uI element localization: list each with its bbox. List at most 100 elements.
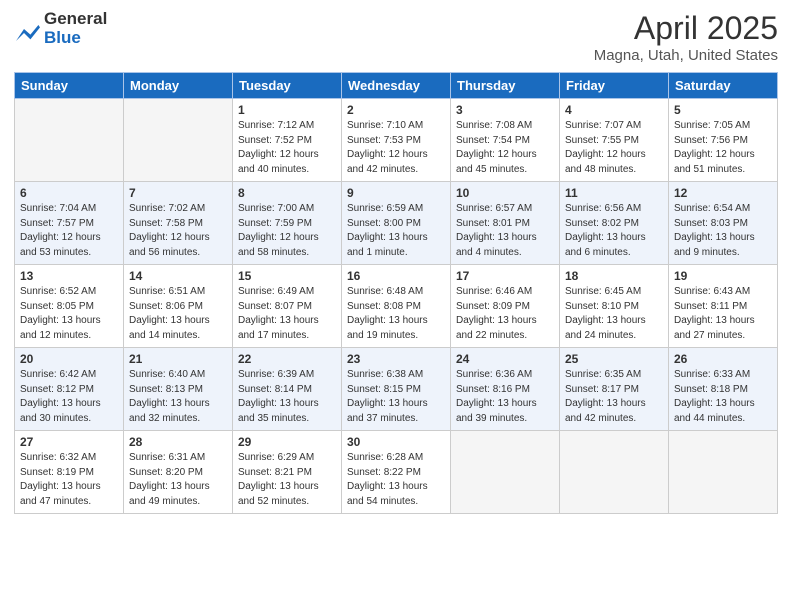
day-info: Sunrise: 7:07 AMSunset: 7:55 PMDaylight:… [565,119,663,177]
calendar-cell: 20 Sunrise: 6:42 AMSunset: 8:12 PMDayligh… [15,348,124,431]
calendar-week-row: 20 Sunrise: 6:42 AMSunset: 8:12 PMDayligh… [15,348,778,431]
calendar-cell [560,431,669,514]
location-title: Magna, Utah, United States [594,47,778,64]
calendar-cell: 18 Sunrise: 6:45 AMSunset: 8:10 PMDayligh… [560,265,669,348]
day-info: Sunrise: 6:59 AMSunset: 8:00 PMDaylight:… [347,202,445,260]
day-number: 24 [456,352,554,366]
day-number: 10 [456,186,554,200]
main-container: General Blue April 2025 Magna, Utah, Uni… [0,0,792,612]
calendar-cell: 15 Sunrise: 6:49 AMSunset: 8:07 PMDayligh… [233,265,342,348]
month-title: April 2025 [594,10,778,47]
calendar-cell: 12Sunrise: 6:54 AMSunset: 8:03 PMDayligh… [669,182,778,265]
day-info: Sunrise: 7:02 AMSunset: 7:58 PMDaylight:… [129,202,227,260]
day-info: Sunrise: 6:32 AMSunset: 8:19 PMDaylight:… [20,451,118,509]
day-number: 4 [565,103,663,117]
calendar-cell: 27 Sunrise: 6:32 AMSunset: 8:19 PMDayligh… [15,431,124,514]
col-header-monday: Monday [124,73,233,99]
logo: General Blue [14,10,107,47]
calendar-cell: 28 Sunrise: 6:31 AMSunset: 8:20 PMDayligh… [124,431,233,514]
calendar-cell: 24 Sunrise: 6:36 AMSunset: 8:16 PMDayligh… [451,348,560,431]
calendar-cell: 7 Sunrise: 7:02 AMSunset: 7:58 PMDaylight… [124,182,233,265]
logo-icon [16,25,40,45]
calendar-cell: 2 Sunrise: 7:10 AMSunset: 7:53 PMDaylight… [342,99,451,182]
col-header-thursday: Thursday [451,73,560,99]
calendar-cell: 13Sunrise: 6:52 AMSunset: 8:05 PMDayligh… [15,265,124,348]
day-info: Sunrise: 6:29 AMSunset: 8:21 PMDaylight:… [238,451,336,509]
col-header-saturday: Saturday [669,73,778,99]
calendar-cell: 19Sunrise: 6:43 AMSunset: 8:11 PMDayligh… [669,265,778,348]
calendar-table: SundayMondayTuesdayWednesdayThursdayFrid… [14,72,778,514]
calendar-cell [669,431,778,514]
day-info: Sunrise: 6:39 AMSunset: 8:14 PMDaylight:… [238,368,336,426]
day-number: 5 [674,103,772,117]
day-number: 17 [456,269,554,283]
calendar-header-row: SundayMondayTuesdayWednesdayThursdayFrid… [15,73,778,99]
calendar-cell: 8Sunrise: 7:00 AMSunset: 7:59 PMDaylight… [233,182,342,265]
calendar-week-row: 27 Sunrise: 6:32 AMSunset: 8:19 PMDayligh… [15,431,778,514]
day-number: 19 [674,269,772,283]
calendar-cell: 3Sunrise: 7:08 AMSunset: 7:54 PMDaylight… [451,99,560,182]
day-info: Sunrise: 6:40 AMSunset: 8:13 PMDaylight:… [129,368,227,426]
day-info: Sunrise: 6:45 AMSunset: 8:10 PMDaylight:… [565,285,663,343]
col-header-tuesday: Tuesday [233,73,342,99]
calendar-cell: 25Sunrise: 6:35 AMSunset: 8:17 PMDayligh… [560,348,669,431]
day-info: Sunrise: 7:12 AMSunset: 7:52 PMDaylight:… [238,119,336,177]
calendar-cell: 4 Sunrise: 7:07 AMSunset: 7:55 PMDaylight… [560,99,669,182]
calendar-cell [124,99,233,182]
day-info: Sunrise: 7:10 AMSunset: 7:53 PMDaylight:… [347,119,445,177]
day-info: Sunrise: 6:31 AMSunset: 8:20 PMDaylight:… [129,451,227,509]
day-number: 15 [238,269,336,283]
calendar-week-row: 1 Sunrise: 7:12 AMSunset: 7:52 PMDaylight… [15,99,778,182]
day-info: Sunrise: 6:54 AMSunset: 8:03 PMDaylight:… [674,202,772,260]
calendar-cell: 1 Sunrise: 7:12 AMSunset: 7:52 PMDaylight… [233,99,342,182]
calendar-week-row: 13Sunrise: 6:52 AMSunset: 8:05 PMDayligh… [15,265,778,348]
day-info: Sunrise: 6:42 AMSunset: 8:12 PMDaylight:… [20,368,118,426]
calendar-cell: 11 Sunrise: 6:56 AMSunset: 8:02 PMDayligh… [560,182,669,265]
day-info: Sunrise: 7:04 AMSunset: 7:57 PMDaylight:… [20,202,118,260]
day-info: Sunrise: 6:35 AMSunset: 8:17 PMDaylight:… [565,368,663,426]
calendar-cell: 16Sunrise: 6:48 AMSunset: 8:08 PMDayligh… [342,265,451,348]
calendar-cell: 17 Sunrise: 6:46 AMSunset: 8:09 PMDayligh… [451,265,560,348]
calendar-cell: 5 Sunrise: 7:05 AMSunset: 7:56 PMDaylight… [669,99,778,182]
day-info: Sunrise: 6:33 AMSunset: 8:18 PMDaylight:… [674,368,772,426]
day-info: Sunrise: 6:38 AMSunset: 8:15 PMDaylight:… [347,368,445,426]
calendar-cell: 22Sunrise: 6:39 AMSunset: 8:14 PMDayligh… [233,348,342,431]
calendar-cell: 6 Sunrise: 7:04 AMSunset: 7:57 PMDaylight… [15,182,124,265]
day-number: 1 [238,103,336,117]
day-info: Sunrise: 7:05 AMSunset: 7:56 PMDaylight:… [674,119,772,177]
day-number: 18 [565,269,663,283]
day-info: Sunrise: 6:56 AMSunset: 8:02 PMDaylight:… [565,202,663,260]
calendar-cell: 14Sunrise: 6:51 AMSunset: 8:06 PMDayligh… [124,265,233,348]
day-info: Sunrise: 6:52 AMSunset: 8:05 PMDaylight:… [20,285,118,343]
calendar-cell [15,99,124,182]
day-number: 11 [565,186,663,200]
logo-general: General [44,10,107,29]
day-number: 7 [129,186,227,200]
day-number: 29 [238,435,336,449]
header: General Blue April 2025 Magna, Utah, Uni… [14,10,778,64]
calendar-cell: 10Sunrise: 6:57 AMSunset: 8:01 PMDayligh… [451,182,560,265]
day-number: 2 [347,103,445,117]
day-info: Sunrise: 6:28 AMSunset: 8:22 PMDaylight:… [347,451,445,509]
day-number: 26 [674,352,772,366]
day-number: 20 [20,352,118,366]
calendar-week-row: 6 Sunrise: 7:04 AMSunset: 7:57 PMDaylight… [15,182,778,265]
calendar-cell: 9 Sunrise: 6:59 AMSunset: 8:00 PMDaylight… [342,182,451,265]
calendar-cell: 26 Sunrise: 6:33 AMSunset: 8:18 PMDayligh… [669,348,778,431]
col-header-wednesday: Wednesday [342,73,451,99]
day-number: 9 [347,186,445,200]
day-info: Sunrise: 6:49 AMSunset: 8:07 PMDaylight:… [238,285,336,343]
day-number: 6 [20,186,118,200]
day-number: 21 [129,352,227,366]
day-info: Sunrise: 6:36 AMSunset: 8:16 PMDaylight:… [456,368,554,426]
day-info: Sunrise: 6:46 AMSunset: 8:09 PMDaylight:… [456,285,554,343]
day-info: Sunrise: 6:51 AMSunset: 8:06 PMDaylight:… [129,285,227,343]
day-number: 27 [20,435,118,449]
day-info: Sunrise: 7:08 AMSunset: 7:54 PMDaylight:… [456,119,554,177]
logo-blue: Blue [44,29,107,48]
calendar-cell [451,431,560,514]
calendar-cell: 30Sunrise: 6:28 AMSunset: 8:22 PMDayligh… [342,431,451,514]
day-number: 28 [129,435,227,449]
day-info: Sunrise: 6:48 AMSunset: 8:08 PMDaylight:… [347,285,445,343]
calendar-cell: 21 Sunrise: 6:40 AMSunset: 8:13 PMDayligh… [124,348,233,431]
